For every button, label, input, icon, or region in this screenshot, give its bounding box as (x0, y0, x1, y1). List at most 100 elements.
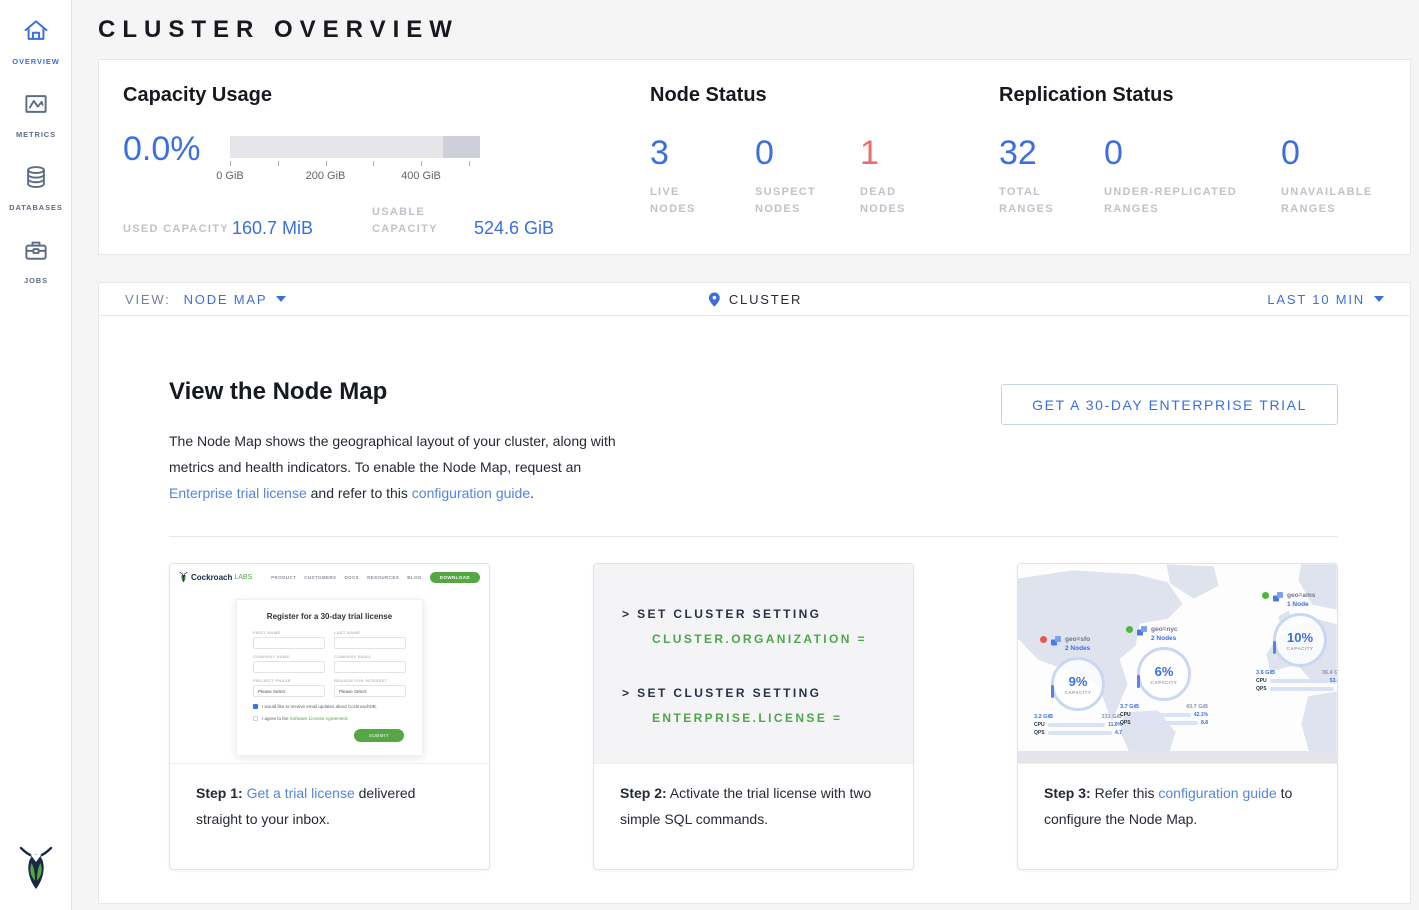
node-status-title: Node Status (650, 84, 999, 107)
get-trial-license-link[interactable]: Get a trial license (247, 785, 355, 801)
page-title: CLUSTER OVERVIEW (98, 16, 1411, 44)
nodes-cube-icon (1136, 625, 1148, 637)
cockroachdb-logo-icon (18, 845, 54, 896)
status-dot-live-icon (1262, 592, 1269, 599)
sidebar-item-label: JOBS (0, 276, 72, 285)
sql-command: > SET CLUSTER SETTING (622, 606, 913, 622)
sidebar-item-databases[interactable]: DATABASES (0, 148, 72, 221)
chevron-down-icon (1374, 296, 1384, 302)
tick-label-400: 400 GiB (401, 170, 441, 182)
tick-label-0: 0 GiB (216, 170, 244, 182)
mini-nav-resources: RESOURCES (367, 575, 399, 580)
sidebar-item-label: METRICS (0, 130, 72, 139)
trial-registration-form: Register for a 30-day trial license FIRS… (236, 599, 423, 756)
enterprise-trial-license-link[interactable]: Enterprise trial license (169, 485, 307, 501)
last-name-field (334, 637, 406, 649)
replication-status-title: Replication Status (999, 84, 1410, 107)
form-title: Register for a 30-day trial license (253, 612, 406, 621)
capacity-usage-title: Capacity Usage (123, 84, 650, 107)
step3-caption: Step 3: Refer this configuration guide t… (1018, 764, 1337, 848)
node-map-promo-panel: View the Node Map The Node Map shows the… (98, 316, 1411, 904)
mini-submit-button: SUBMIT (354, 729, 404, 742)
unavailable-ranges-value: 0 (1281, 134, 1386, 172)
sidebar-item-jobs[interactable]: JOBS (0, 221, 72, 294)
live-nodes-stat: 3 LIVE NODES (650, 134, 755, 218)
home-icon (22, 32, 50, 49)
sidebar-item-label: OVERVIEW (0, 57, 72, 66)
under-replicated-ranges-label: UNDER-REPLICATED RANGES (1104, 184, 1266, 218)
capacity-gauge: 6%CAPACITY (1137, 647, 1191, 701)
step3-node-map-preview: geo=sfo2 Nodes 9%CAPACITY 3.2 GiB331 GiB… (1018, 564, 1337, 764)
capacity-bar-track (230, 136, 480, 158)
status-dot-dead-icon (1040, 636, 1047, 643)
used-capacity-label: USED CAPACITY (123, 221, 232, 238)
sql-setting: ENTERPRISE.LICENSE = (652, 710, 913, 726)
database-icon (22, 178, 50, 195)
mini-nav-product: PRODUCT (271, 575, 296, 580)
suspect-nodes-stat: 0 SUSPECT NODES (755, 134, 860, 218)
sql-setting: CLUSTER.ORGANIZATION = (652, 631, 913, 647)
locality-ams: geo=ams1 Node 10%CAPACITY 3.6 GiB36.4 Gi… (1256, 590, 1337, 692)
under-replicated-ranges-stat: 0 UNDER-REPLICATED RANGES (1104, 134, 1281, 218)
usable-capacity-value: 524.6 GiB (474, 218, 554, 238)
sidebar-item-metrics[interactable]: METRICS (0, 75, 72, 148)
sidebar: OVERVIEW METRICS DATABASES JOBS (0, 0, 72, 910)
total-ranges-stat: 32 TOTAL RANGES (999, 134, 1104, 218)
nodes-cube-icon (1050, 635, 1062, 647)
first-name-field (253, 637, 325, 649)
enterprise-trial-button[interactable]: GET A 30-DAY ENTERPRISE TRIAL (1001, 384, 1338, 425)
unavailable-ranges-stat: 0 UNAVAILABLE RANGES (1281, 134, 1386, 218)
location-pin-icon (707, 291, 721, 308)
total-ranges-value: 32 (999, 134, 1104, 172)
reason-select: Please Select (334, 685, 406, 697)
configuration-guide-link[interactable]: configuration guide (412, 485, 530, 501)
chevron-down-icon (276, 296, 286, 302)
cluster-breadcrumb: CLUSTER (707, 291, 802, 308)
dead-nodes-value: 1 (860, 134, 965, 172)
locality-sfo: geo=sfo2 Nodes 9%CAPACITY 3.2 GiB331 GiB… (1034, 634, 1122, 736)
suspect-nodes-value: 0 (755, 134, 860, 172)
node-status-section: Node Status 3 LIVE NODES 0 SUSPECT NODES… (650, 84, 999, 254)
live-nodes-value: 3 (650, 134, 755, 172)
live-nodes-label: LIVE NODES (650, 184, 722, 218)
main-area: CLUSTER OVERVIEW Capacity Usage 0.0% 0 (72, 0, 1419, 910)
capacity-used-percent: 0.0% (123, 131, 230, 184)
configuration-guide-link[interactable]: configuration guide (1158, 785, 1276, 801)
section-heading: View the Node Map (169, 378, 637, 406)
sidebar-item-overview[interactable]: OVERVIEW (0, 0, 72, 75)
cluster-summary-panel: Capacity Usage 0.0% 0 GiB 200 GiB (98, 59, 1411, 255)
mini-nav-blog: BLOG (407, 575, 422, 580)
step1-caption: Step 1: Get a trial license delivered st… (170, 764, 489, 848)
divider (169, 536, 1338, 537)
briefcase-icon (22, 251, 50, 268)
time-range-dropdown[interactable]: LAST 10 MIN (1267, 292, 1384, 307)
capacity-bar-nonusable-segment (443, 136, 481, 158)
step2-code-snippet: > SET CLUSTER SETTING CLUSTER.ORGANIZATI… (594, 564, 913, 764)
view-bar: VIEW: NODE MAP CLUSTER LAST 10 MIN (98, 282, 1411, 316)
mini-nav-docs: DOCS (344, 575, 359, 580)
replication-status-section: Replication Status 32 TOTAL RANGES 0 UND… (999, 84, 1410, 254)
sidebar-item-label: DATABASES (0, 203, 72, 212)
usable-capacity-label: USABLE CAPACITY (372, 204, 474, 238)
step1-card: CockroachLABS PRODUCT CUSTOMERS DOCS RES… (169, 563, 490, 870)
dead-nodes-label: DEAD NODES (860, 184, 932, 218)
under-replicated-ranges-value: 0 (1104, 134, 1281, 172)
view-selector-dropdown[interactable]: NODE MAP (184, 292, 287, 307)
sql-command: > SET CLUSTER SETTING (622, 685, 913, 701)
view-label: VIEW: (125, 292, 171, 307)
capacity-bar-ticks (230, 161, 480, 169)
nodes-cube-icon (1272, 591, 1284, 603)
checkbox-checked-icon (253, 704, 258, 709)
capacity-usage-section: Capacity Usage 0.0% 0 GiB 200 GiB (123, 84, 650, 254)
step2-caption: Step 2: Activate the trial license with … (594, 764, 913, 848)
used-capacity-value: 160.7 MiB (232, 218, 372, 238)
mini-download-button: DOWNLOAD (430, 572, 480, 583)
dead-nodes-stat: 1 DEAD NODES (860, 134, 965, 218)
locality-nyc: geo=nyc2 Nodes 6%CAPACITY 3.7 GiB43.7 Gi… (1120, 624, 1208, 726)
cluster-label: CLUSTER (729, 292, 802, 307)
unavailable-ranges-label: UNAVAILABLE RANGES (1281, 184, 1393, 218)
capacity-gauge: 9%CAPACITY (1051, 657, 1105, 711)
capacity-gauge: 10%CAPACITY (1273, 613, 1327, 667)
metrics-icon (22, 105, 50, 122)
tick-label-200: 200 GiB (306, 170, 346, 182)
